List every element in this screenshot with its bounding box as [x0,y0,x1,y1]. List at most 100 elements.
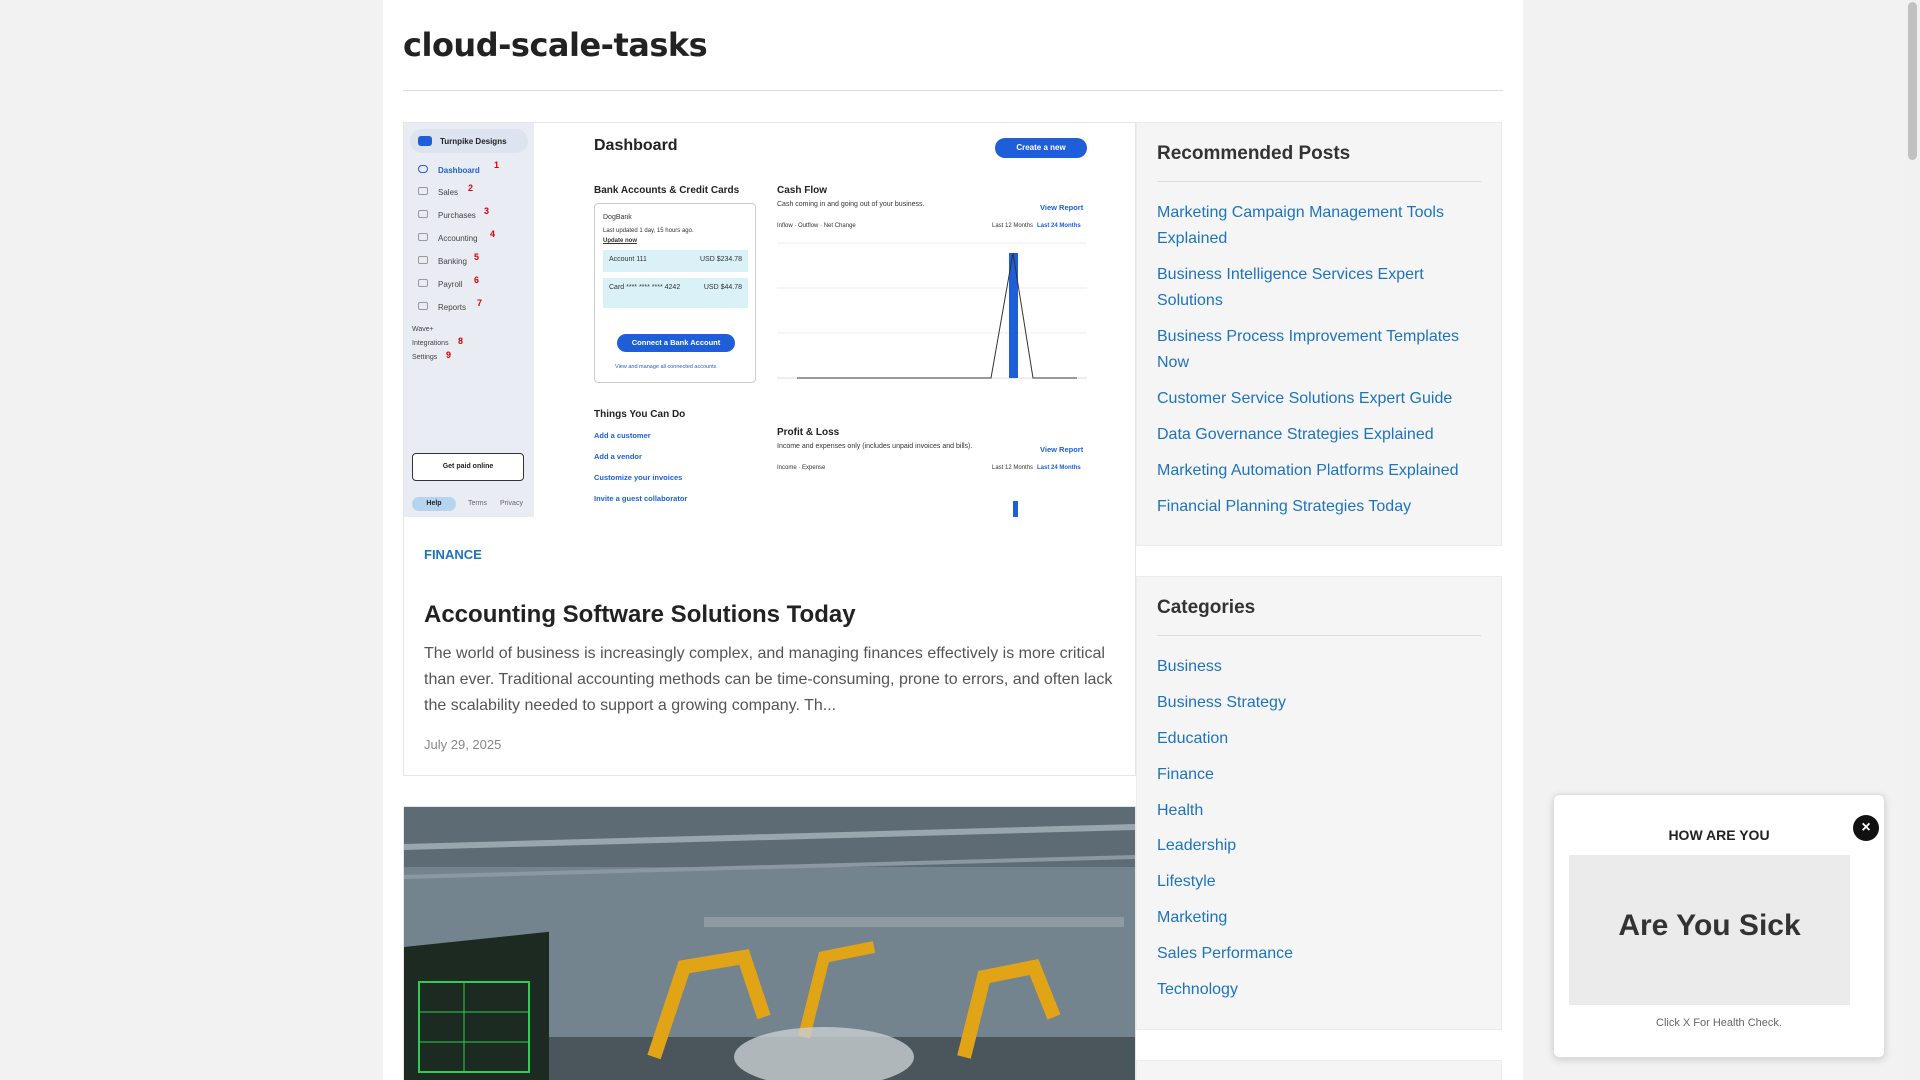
health-popup: HOW ARE YOU × Are You Sick Click X For H… [1553,794,1885,1058]
post-thumbnail[interactable] [404,807,1135,1080]
category-link[interactable]: Business Strategy [1157,690,1481,716]
range-12: Last 12 Months [992,223,1034,229]
recommended-title: Recommended Posts [1157,143,1481,182]
things-link: Add a vendor [594,452,642,461]
category-link[interactable]: Business [1157,654,1481,680]
post-category[interactable]: FINANCE [424,547,482,562]
things-link: Invite a guest collaborator [594,494,688,503]
post-card: Turnpike Designs Dashboard 1 Sales 2 Pur… [403,122,1136,776]
category-link[interactable]: Finance [1157,762,1481,788]
bank-icon [418,256,428,264]
update-now-link: Update now [603,238,637,244]
bank-name: DogBank [603,214,632,221]
pl-legend: Income · Expense [777,465,826,471]
post-thumbnail[interactable]: Turnpike Designs Dashboard 1 Sales 2 Pur… [404,123,1135,517]
payroll-icon [418,279,428,287]
recommended-link[interactable]: Financial Planning Strategies Today [1157,494,1481,520]
account-value: USD $234.78 [699,256,742,263]
privacy-link: Privacy [500,500,523,507]
close-icon[interactable]: × [1853,815,1879,841]
category-link[interactable]: Technology [1157,977,1481,1003]
cart-icon [418,210,428,218]
dashboard-icon [418,165,428,173]
pl-range-24: Last 24 Months [1037,465,1081,471]
dashboard-sidebar: Turnpike Designs Dashboard 1 Sales 2 Pur… [404,123,534,517]
nav-number: 9 [446,350,452,360]
recommended-link[interactable]: Business Intelligence Services Expert So… [1157,262,1481,314]
account-row: Card **** **** **** 4242 USD $44.78 [603,278,748,308]
nav-banking: Banking [438,257,467,266]
account-row: Account 111 USD $234.78 [603,250,748,272]
reports-icon [418,302,428,310]
nav-payroll: Payroll [438,280,463,289]
nav-dashboard: Dashboard [438,166,480,175]
factory-illustration [404,807,1135,1080]
category-link[interactable]: Lifestyle [1157,869,1481,895]
bank-section-title: Bank Accounts & Credit Cards [594,185,740,196]
pl-view-report: View Report [1040,445,1084,454]
nav-purchases: Purchases [438,211,476,220]
categories-title: Categories [1157,597,1481,636]
post-title[interactable]: Accounting Software Solutions Today [424,601,856,629]
nav-number: 3 [484,206,490,216]
next-widget [1136,1060,1502,1080]
dashboard-main: Dashboard Create a new Bank Accounts & C… [534,123,1135,517]
recommended-link[interactable]: Customer Service Solutions Expert Guide [1157,386,1481,412]
scrollbar[interactable] [1905,0,1920,1080]
post-card [403,806,1136,1080]
nav-number: 4 [490,229,496,239]
bank-box: DogBank Last updated 1 day, 15 hours ago… [594,203,756,383]
sales-icon [418,187,428,195]
view-report-link: View Report [1040,203,1084,212]
connect-bank-button: Connect a Bank Account [617,334,735,352]
category-link[interactable]: Marketing [1157,905,1481,931]
help-pill: Help [412,497,456,511]
popup-footer: Click X For Health Check. [1656,1017,1782,1029]
recommended-link[interactable]: Business Process Improvement Templates N… [1157,324,1481,376]
pl-subtitle: Income and expenses only (includes unpai… [777,443,973,450]
things-title: Things You Can Do [594,409,686,420]
post-excerpt: The world of business is increasingly co… [424,645,1113,714]
brand-name: Turnpike Designs [440,137,507,146]
nav-integrations: Integrations [412,340,449,347]
nav-number: 2 [468,183,474,193]
brand-switcher: Turnpike Designs [410,129,528,153]
account-name: Card **** **** **** 4242 [609,284,681,291]
pl-range-12: Last 12 Months [992,465,1034,471]
nav-accounting: Accounting [438,234,478,243]
category-link[interactable]: Sales Performance [1157,941,1481,967]
nav-number: 1 [494,160,500,170]
nav-number: 8 [458,336,464,346]
cash-flow-subtitle: Cash coming in and going out of your bus… [777,201,925,208]
scrollbar-thumb[interactable] [1908,2,1917,160]
recommended-link[interactable]: Marketing Automation Platforms Explained [1157,458,1481,484]
manage-accounts-link: View and manage all connected accounts [615,364,717,370]
cash-flow-legend: Inflow · Outflow · Net Change [777,223,856,229]
page-container: cloud-scale-tasks Turnpike Designs Dashb… [383,0,1523,1080]
recommended-link[interactable]: Data Governance Strategies Explained [1157,422,1481,448]
account-value: USD $44.78 [703,284,742,291]
cash-flow-chart [777,242,1087,379]
nav-sales: Sales [438,188,459,197]
bank-updated: Last updated 1 day, 15 hours ago. [603,228,694,234]
categories-widget: Categories Business Business Strategy Ed… [1136,576,1502,1030]
popup-banner[interactable]: Are You Sick [1569,855,1850,1005]
category-link[interactable]: Leadership [1157,833,1481,859]
things-link: Add a customer [594,431,651,440]
legend-outflow: Outflow [798,223,819,229]
post-date: July 29, 2025 [424,737,502,752]
cash-flow-title: Cash Flow [777,185,828,196]
nav-reports: Reports [438,303,467,312]
legend-expense: Expense [802,465,826,471]
header-divider [403,90,1503,91]
category-link[interactable]: Education [1157,726,1481,752]
recommended-link[interactable]: Marketing Campaign Management Tools Expl… [1157,200,1481,252]
nav-number: 5 [474,252,480,262]
site-title[interactable]: cloud-scale-tasks [403,26,708,64]
pl-bar [1013,501,1018,517]
scale-icon [418,233,428,241]
legend-inflow: Inflow [777,223,793,229]
nav-number: 7 [477,298,483,308]
dashboard-heading: Dashboard [594,137,678,154]
category-link[interactable]: Health [1157,798,1481,824]
